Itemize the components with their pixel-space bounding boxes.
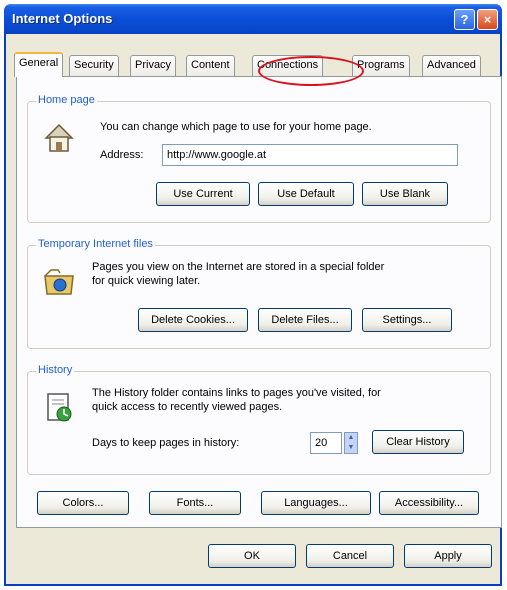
history-description-line1: The History folder contains links to pag… [92, 387, 381, 399]
help-button[interactable]: ? [454, 9, 475, 30]
address-input[interactable]: http://www.google.at [162, 144, 458, 166]
temporary-files-icon [44, 269, 74, 295]
spin-up-icon[interactable]: ▲ [345, 433, 357, 443]
general-tab-panel: Home page You can change which page to u… [16, 76, 502, 528]
temporary-files-description-line1: Pages you view on the Internet are store… [92, 261, 385, 273]
ok-button[interactable]: OK [208, 544, 296, 568]
tab-general[interactable]: General [14, 52, 64, 77]
spin-down-icon[interactable]: ▼ [345, 443, 357, 453]
home-page-icon [44, 123, 74, 152]
history-icon [47, 393, 72, 422]
tab-connections[interactable]: Connections [252, 55, 324, 76]
close-button[interactable]: × [477, 9, 498, 30]
home-page-description: You can change which page to use for you… [100, 121, 372, 133]
tab-strip: General Security Privacy Content Connect… [12, 52, 502, 77]
tab-content[interactable]: Content [186, 55, 235, 76]
use-blank-button[interactable]: Use Blank [362, 182, 448, 206]
internet-options-window: Internet Options ? × General Security Pr… [4, 4, 502, 586]
temporary-files-description-line2: for quick viewing later. [92, 275, 201, 287]
apply-button[interactable]: Apply [404, 544, 492, 568]
window-title: Internet Options [12, 11, 113, 26]
languages-button[interactable]: Languages... [261, 491, 371, 515]
cancel-button[interactable]: Cancel [306, 544, 394, 568]
accessibility-button[interactable]: Accessibility... [379, 491, 479, 515]
tab-advanced[interactable]: Advanced [422, 55, 481, 76]
delete-files-button[interactable]: Delete Files... [258, 308, 352, 332]
settings-button[interactable]: Settings... [362, 308, 452, 332]
clear-history-button[interactable]: Clear History [372, 430, 464, 454]
tab-security[interactable]: Security [69, 55, 119, 76]
home-page-group-label: Home page [36, 94, 97, 106]
home-page-group: Home page You can change which page to u… [27, 94, 491, 223]
days-to-keep-label: Days to keep pages in history: [92, 437, 240, 449]
history-description-line2: quick access to recently viewed pages. [92, 401, 283, 413]
history-group-label: History [36, 364, 75, 376]
tab-programs[interactable]: Programs [352, 55, 410, 76]
temporary-files-group: Temporary Internet files Pages you view … [27, 238, 491, 349]
days-to-keep-input[interactable]: 20 [310, 432, 342, 454]
use-default-button[interactable]: Use Default [258, 182, 354, 206]
address-label: Address: [100, 149, 144, 161]
tab-privacy[interactable]: Privacy [130, 55, 177, 76]
use-current-button[interactable]: Use Current [156, 182, 250, 206]
colors-button[interactable]: Colors... [37, 491, 129, 515]
delete-cookies-button[interactable]: Delete Cookies... [138, 308, 248, 332]
temporary-files-group-label: Temporary Internet files [36, 238, 155, 250]
title-bar[interactable]: Internet Options ? × [4, 4, 502, 34]
history-group: History The History folder contains link… [27, 364, 491, 475]
fonts-button[interactable]: Fonts... [149, 491, 241, 515]
days-spinner[interactable]: ▲ ▼ [344, 432, 358, 454]
